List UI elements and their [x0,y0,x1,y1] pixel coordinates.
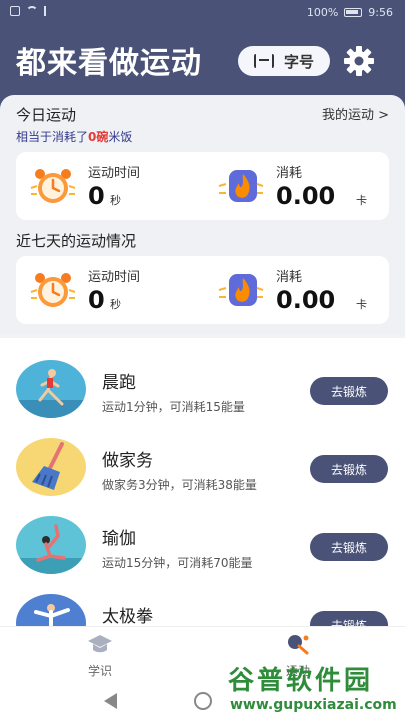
home-icon[interactable] [194,692,212,710]
alarm-clock-icon [30,273,76,307]
graduation-cap-icon [88,635,112,653]
today-subtitle: 相当于消耗了0碗米饭 [16,128,132,145]
week-duration-stat: 运动时间 0 秒 [16,256,196,324]
today-burn-stat: 消耗 0.00 卡 [204,152,384,220]
today-duration-stat: 运动时间 0 秒 [16,152,196,220]
exercise-desc: 运动1分钟，可消耗15能量 [102,400,245,414]
status-bar: 100% 9:56 [0,0,405,26]
go-exercise-button[interactable]: 去锻炼 [310,611,388,626]
watermark: 谷普软件园 www.gupuxiazai.com [220,660,405,720]
today-stats-card: 运动时间 0 秒 消耗 0.00 卡 [16,152,389,220]
watermark-title: 谷普软件园 [228,666,374,696]
week-burn-label: 消耗 [276,270,303,285]
wifi-icon [26,6,38,16]
battery-percent: 100% [306,6,339,19]
list-item[interactable]: 做家务 做家务3分钟，可消耗38能量 去锻炼 [0,424,405,502]
subtitle-prefix: 相当于消耗了 [16,130,89,144]
week-burn-value: 0.00 [276,286,336,314]
today-duration-unit: 秒 [110,194,121,207]
ping-pong-icon [288,635,309,655]
week-heading: 近七天的运动情况 [16,232,137,250]
go-exercise-button[interactable]: 去锻炼 [310,533,388,561]
exercise-desc: 运动15分钟，可消耗70能量 [102,556,253,570]
exercise-name: 瑜伽 [102,529,136,549]
go-exercise-button[interactable]: 去锻炼 [310,455,388,483]
yoga-thumbnail-icon [16,516,86,574]
week-burn-stat: 消耗 0.00 卡 [204,256,384,324]
font-size-label: 字号 [283,52,314,71]
today-burn-label: 消耗 [276,166,303,181]
clock: 9:56 [368,6,393,19]
exercise-list[interactable]: 晨跑 运动1分钟，可消耗15能量 去锻炼 做家务 做家务3分钟，可消耗38能量 … [0,338,405,626]
week-burn-unit: 卡 [356,298,367,311]
week-duration-value: 0 [88,286,105,314]
alarm-clock-icon [30,169,76,203]
back-icon[interactable] [104,693,117,709]
today-heading: 今日运动 [16,106,77,124]
app-title: 都来看做运动 [16,46,202,81]
status-icons-right: 100% 9:56 [307,6,393,19]
taichi-thumbnail-icon [16,594,86,626]
today-burn-value: 0.00 [276,182,336,210]
notification-icon [10,6,20,16]
exercise-name: 太极拳 [102,607,153,626]
my-sports-link[interactable]: 我的运动 > [322,104,389,123]
subtitle-highlight: 0碗 [88,130,109,144]
exercise-name: 晨跑 [102,373,136,393]
settings-gear-icon[interactable] [342,44,376,78]
font-size-button[interactable]: 字号 [238,46,330,76]
flame-icon [218,274,264,306]
running-thumbnail-icon [16,360,86,418]
week-stats-card: 运动时间 0 秒 消耗 0.00 卡 [16,256,389,324]
battery-icon [344,8,363,17]
today-duration-label: 运动时间 [88,166,141,181]
list-item[interactable]: 太极拳 去锻炼 [0,580,405,626]
status-icons-left [10,6,52,16]
week-duration-label: 运动时间 [88,270,141,285]
nav-item-study[interactable]: 学识 [60,633,140,679]
subtitle-suffix: 米饭 [108,130,133,144]
today-duration-value: 0 [88,182,105,210]
exercise-desc: 做家务3分钟，可消耗38能量 [102,478,257,492]
nav-study-label: 学识 [87,664,112,678]
week-duration-unit: 秒 [110,298,121,311]
today-burn-unit: 卡 [356,194,367,207]
list-item[interactable]: 晨跑 运动1分钟，可消耗15能量 去锻炼 [0,346,405,424]
usb-icon [44,6,52,16]
go-exercise-button[interactable]: 去锻炼 [310,377,388,405]
broom-thumbnail-icon [16,438,86,496]
exercise-name: 做家务 [102,451,153,471]
flame-icon [218,170,264,202]
watermark-url: www.gupuxiazai.com [230,697,397,713]
list-item[interactable]: 瑜伽 运动15分钟，可消耗70能量 去锻炼 [0,502,405,580]
font-size-icon [253,54,274,68]
